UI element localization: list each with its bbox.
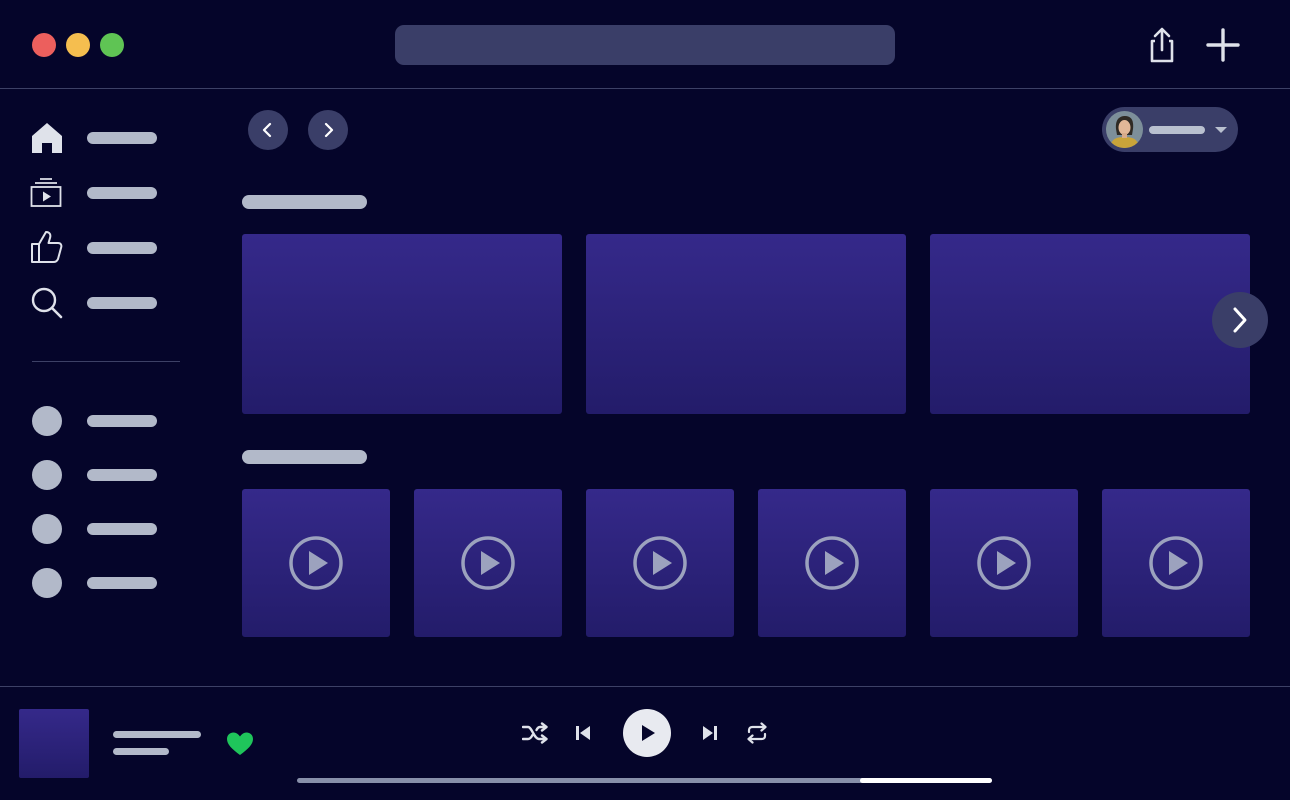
playlist-card[interactable]	[1102, 489, 1250, 637]
plus-icon	[1206, 28, 1240, 62]
playlist-avatar	[32, 568, 62, 598]
featured-card[interactable]	[586, 234, 906, 414]
share-icon	[1150, 27, 1174, 63]
share-button[interactable]	[1144, 26, 1180, 64]
caret-down-icon	[1215, 127, 1227, 133]
now-playing-cover[interactable]	[19, 709, 89, 778]
featured-card[interactable]	[242, 234, 562, 414]
search-input[interactable]	[395, 25, 895, 65]
previous-button[interactable]	[572, 722, 594, 744]
titlebar-divider	[0, 88, 1290, 89]
sidebar-item-label	[87, 132, 157, 144]
home-icon	[32, 123, 62, 153]
play-circle-icon[interactable]	[804, 535, 860, 591]
section-title	[242, 450, 367, 464]
app-window	[0, 0, 1290, 800]
play-icon	[642, 725, 655, 741]
progress-remaining	[859, 778, 992, 783]
avatar	[1106, 111, 1143, 148]
playlist-avatar	[32, 514, 62, 544]
playlist-card[interactable]	[758, 489, 906, 637]
skip-back-icon	[576, 726, 590, 740]
sidebar-divider	[32, 361, 180, 362]
playlist-avatar	[32, 460, 62, 490]
search-icon	[31, 287, 63, 319]
add-button[interactable]	[1205, 27, 1241, 63]
sidebar-item-label	[87, 523, 157, 535]
repeat-icon	[747, 722, 767, 744]
play-circle-icon[interactable]	[1148, 535, 1204, 591]
sidebar-playlist-item[interactable]	[28, 509, 188, 549]
zoom-window-button[interactable]	[100, 33, 124, 57]
skip-forward-icon	[703, 726, 717, 740]
next-button[interactable]	[699, 722, 721, 744]
chevron-right-icon	[324, 122, 334, 138]
like-button[interactable]	[226, 731, 254, 757]
sidebar-playlist-item[interactable]	[28, 455, 188, 495]
play-circle-icon[interactable]	[460, 535, 516, 591]
sidebar-item-label	[87, 297, 157, 309]
playlist-card[interactable]	[242, 489, 390, 637]
featured-card[interactable]	[930, 234, 1250, 414]
profile-menu[interactable]	[1102, 107, 1238, 152]
library-icon	[30, 178, 62, 207]
chevron-left-icon	[262, 122, 272, 138]
sidebar-playlist-item[interactable]	[28, 401, 188, 441]
sidebar-item-library[interactable]	[28, 173, 188, 213]
shuffle-icon	[522, 722, 548, 744]
shuffle-button[interactable]	[522, 720, 548, 746]
section-title	[242, 195, 367, 209]
player-divider	[0, 686, 1290, 687]
play-circle-icon[interactable]	[288, 535, 344, 591]
play-button[interactable]	[623, 709, 671, 757]
track-artist	[113, 748, 169, 755]
chevron-right-icon	[1233, 307, 1247, 333]
profile-name	[1149, 126, 1205, 134]
sidebar-item-label	[87, 187, 157, 199]
playlist-card[interactable]	[586, 489, 734, 637]
close-window-button[interactable]	[32, 33, 56, 57]
heart-icon	[227, 732, 253, 755]
play-circle-icon[interactable]	[976, 535, 1032, 591]
sidebar-item-search[interactable]	[28, 283, 188, 323]
sidebar-item-liked[interactable]	[28, 228, 188, 268]
playlist-card[interactable]	[930, 489, 1078, 637]
sidebar-item-label	[87, 577, 157, 589]
sidebar-playlist-item[interactable]	[28, 563, 188, 603]
sidebar-item-home[interactable]	[28, 118, 188, 158]
forward-button[interactable]	[308, 110, 348, 150]
playlist-avatar	[32, 406, 62, 436]
sidebar-item-label	[87, 469, 157, 481]
minimize-window-button[interactable]	[66, 33, 90, 57]
progress-bar[interactable]	[297, 778, 992, 783]
track-title	[113, 731, 201, 738]
back-button[interactable]	[248, 110, 288, 150]
thumbs-up-icon	[31, 231, 63, 263]
sidebar-item-label	[87, 415, 157, 427]
sidebar-item-label	[87, 242, 157, 254]
carousel-next-button[interactable]	[1212, 292, 1268, 348]
play-circle-icon[interactable]	[632, 535, 688, 591]
repeat-button[interactable]	[745, 721, 769, 745]
playlist-card[interactable]	[414, 489, 562, 637]
